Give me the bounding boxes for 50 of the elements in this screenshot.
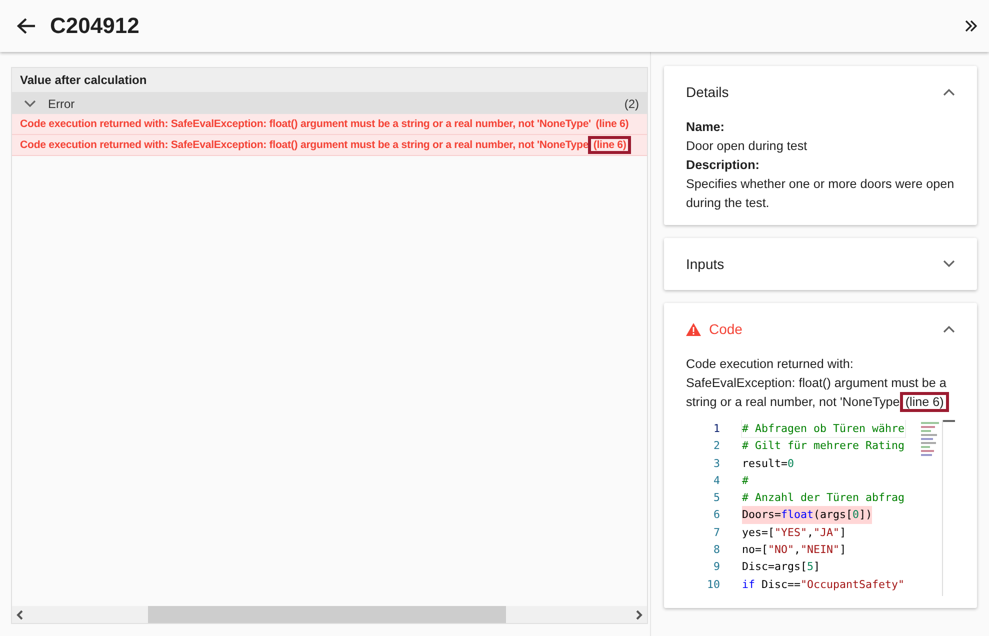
chevron-icon[interactable]	[943, 88, 955, 96]
highlighted-line-ref: (line 6)	[591, 139, 628, 151]
card-header[interactable]: Details	[664, 66, 977, 118]
chevron-icon[interactable]	[24, 100, 36, 108]
error-message: Code execution returned with: SafeEvalException: float() argument must be a string or a real number, not 'NoneType	[20, 139, 589, 151]
page-title: C204912	[50, 13, 140, 39]
scrollbar-thumb[interactable]	[148, 606, 506, 623]
chevron-icon[interactable]	[943, 325, 955, 333]
line-number: 1	[712, 421, 720, 437]
highlighted-line-ref: (line 6)	[903, 395, 946, 409]
field-value: Specifies whether one or more doors were open during the test.	[686, 176, 955, 212]
card-title: Code	[709, 321, 742, 337]
line-number: 8	[712, 542, 720, 558]
field-label: Name:	[686, 119, 726, 136]
code-line: result=0	[742, 456, 794, 472]
code-line: # Anzahl der Türen abfrag	[742, 490, 905, 506]
scroll-right-icon[interactable]	[635, 610, 643, 620]
line-number: 4	[712, 472, 720, 489]
card-header[interactable]: Inputs	[664, 238, 977, 290]
card-title: Inputs	[686, 256, 724, 272]
scroll-left-icon[interactable]	[16, 610, 24, 620]
code-line: no=["NO","NEIN"]	[742, 542, 846, 558]
field-label: Description:	[686, 157, 760, 174]
card-title: Details	[686, 84, 729, 100]
line-number: 7	[712, 524, 720, 541]
code-line: if Disc=="OccupantSafety"	[742, 576, 905, 593]
panel-title: Value after calculation	[12, 68, 647, 93]
line-number: 3	[712, 456, 720, 472]
back-arrow-icon[interactable]	[16, 17, 36, 35]
error-message: Code execution returned with: SafeEvalException: float() argument must be a string or a real number, not 'NoneType (line 6)	[686, 355, 955, 412]
line-ref: (line 6)	[594, 118, 630, 130]
code-line: Disc=args[5]	[742, 559, 820, 576]
code-line: # Gilt für mehrere Rating	[742, 438, 905, 454]
error-group-header[interactable]: Error (2)	[12, 93, 647, 114]
horizontal-scrollbar[interactable]	[12, 606, 647, 623]
line-number: 9	[712, 559, 720, 576]
line-number: 10	[706, 576, 720, 593]
group-label: Error	[48, 96, 76, 110]
line-number: 6	[712, 507, 720, 524]
field-value: Door open during test	[686, 138, 808, 155]
line-number: 5	[712, 490, 720, 506]
code-line: # Abfragen ob Türen währe	[742, 420, 905, 438]
code-line: yes=["YES","JA"]	[742, 524, 846, 541]
group-count: (2)	[624, 96, 639, 110]
card-header[interactable]: Code	[664, 303, 977, 355]
double-chevron-icon[interactable]	[965, 20, 977, 32]
chevron-icon[interactable]	[943, 260, 955, 268]
error-message: Code execution returned with: SafeEvalException: float() argument must be a string or a real number, not 'NoneType'	[20, 118, 591, 130]
line-number: 2	[712, 438, 720, 454]
code-line: #	[742, 472, 749, 489]
